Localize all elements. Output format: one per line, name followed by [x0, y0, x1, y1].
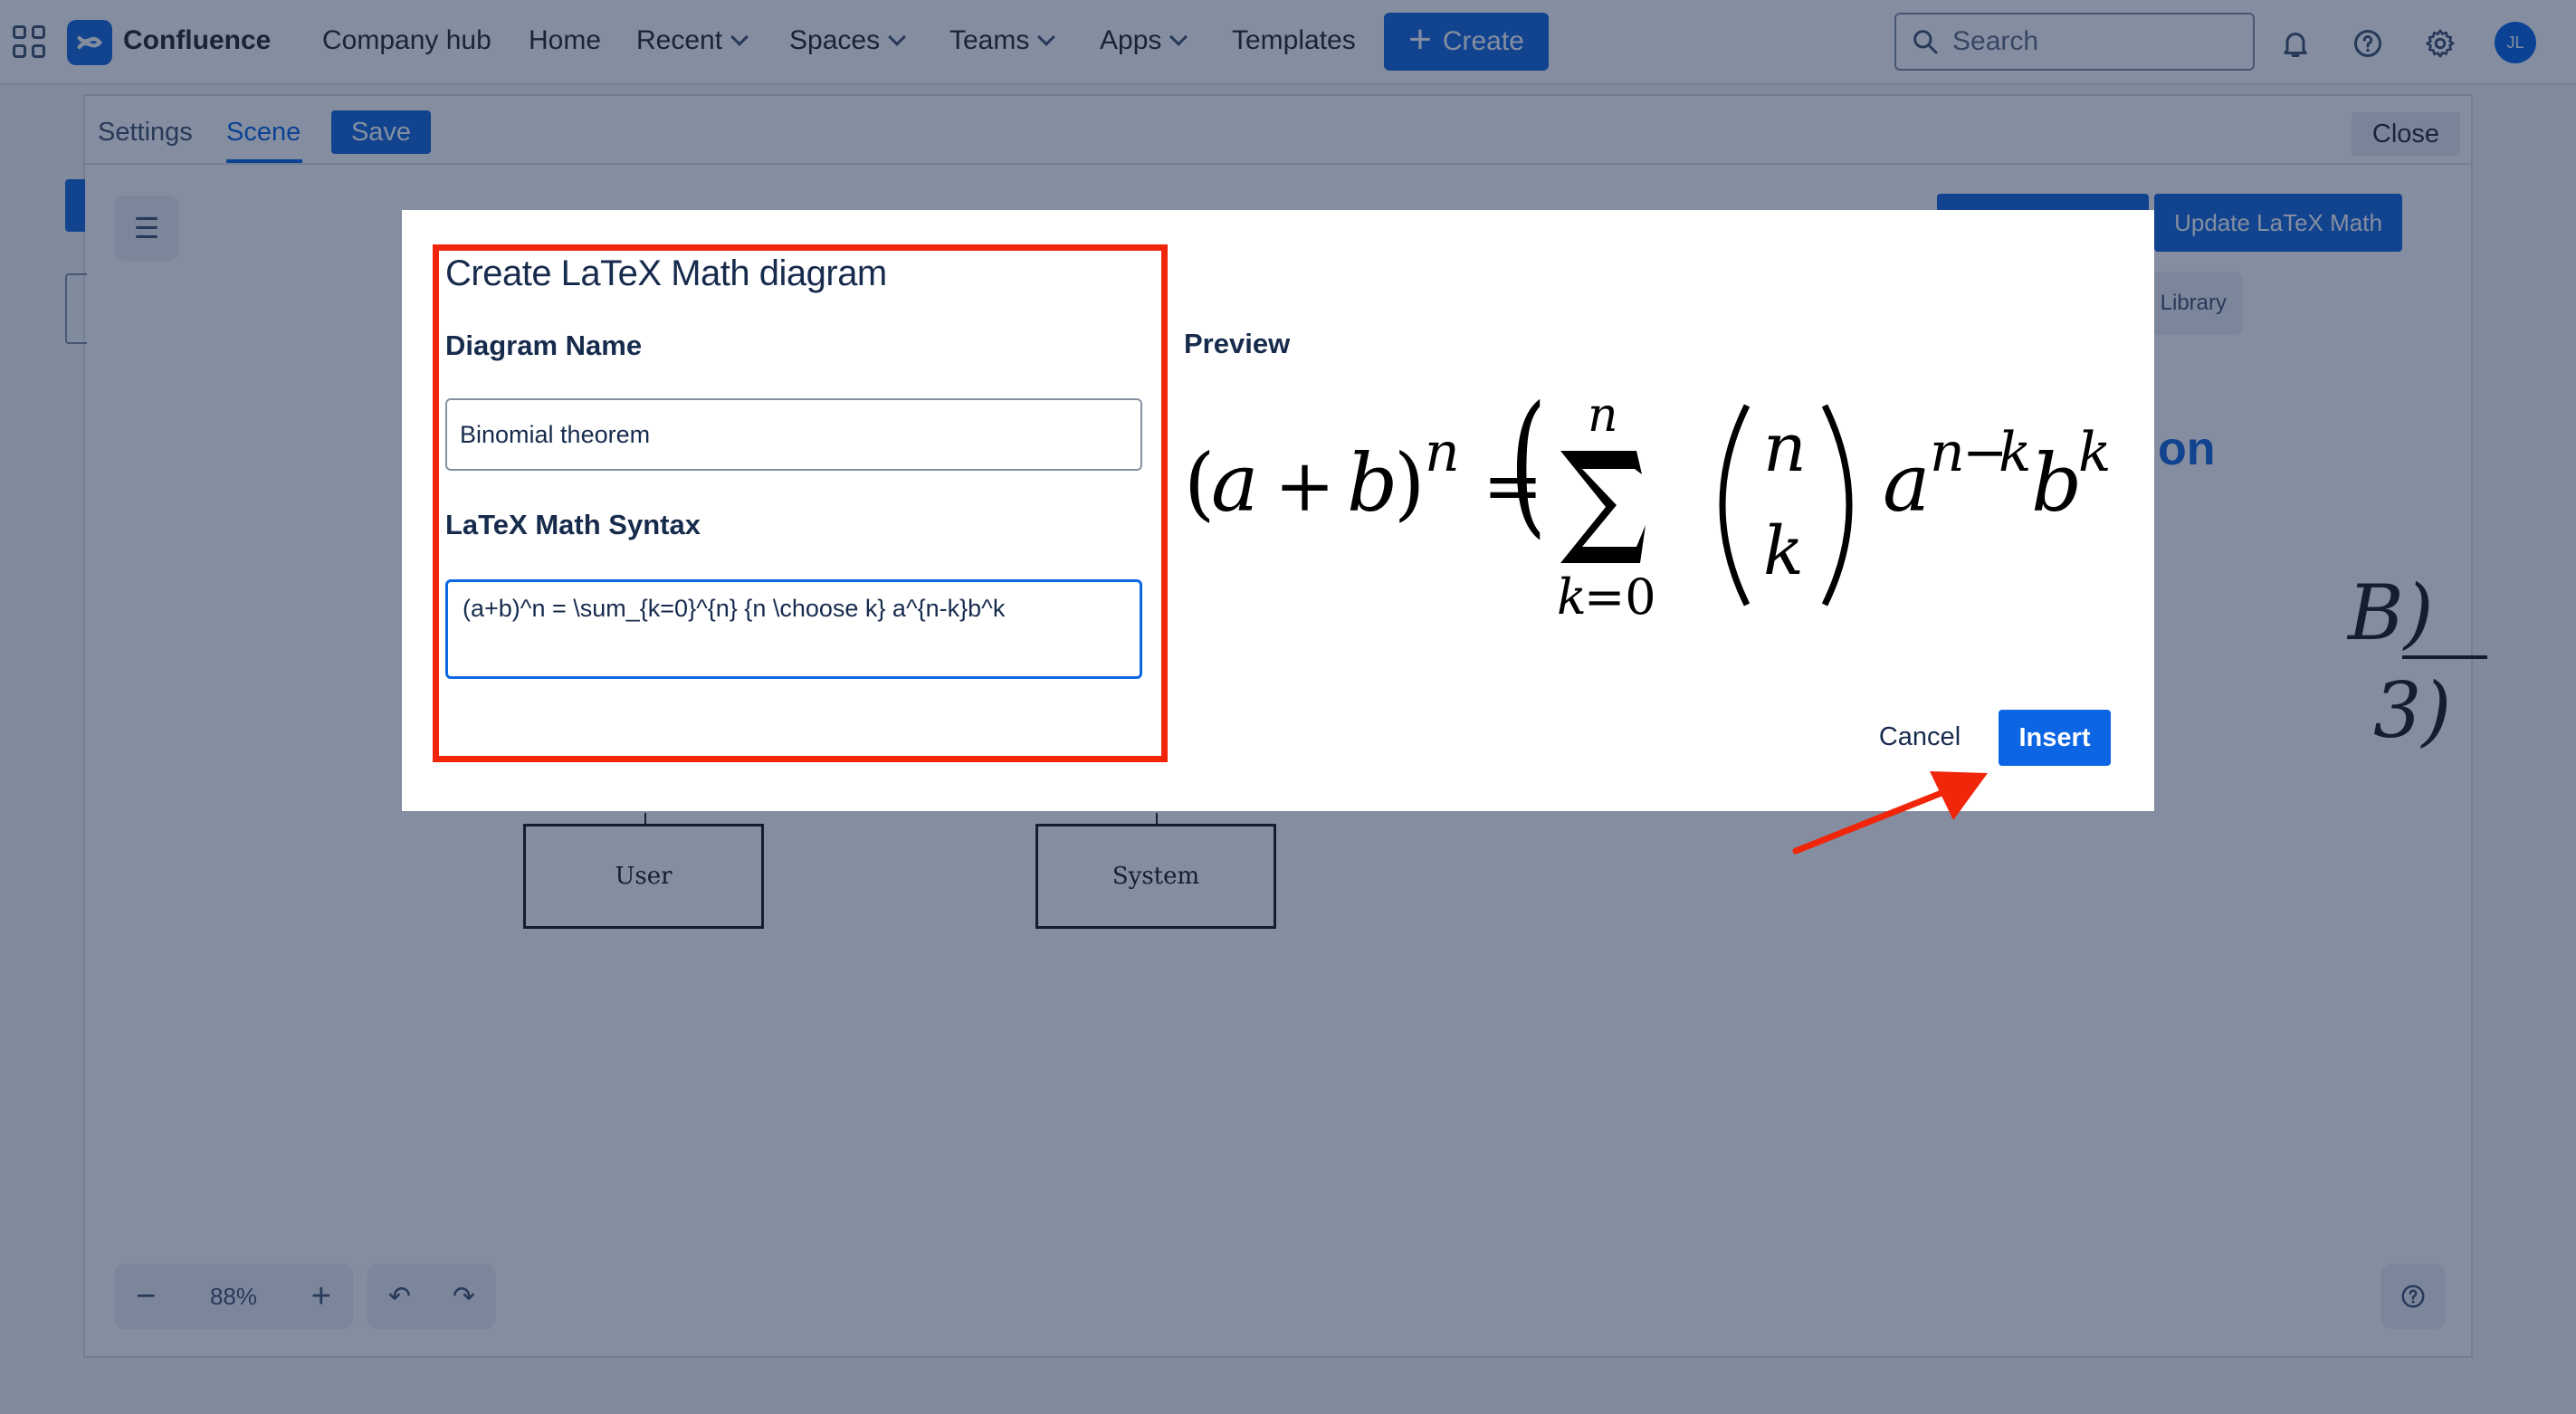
svg-text:b: b [1347, 436, 1398, 530]
svg-text:=0: =0 [1584, 568, 1656, 623]
insert-button[interactable]: Insert [1999, 710, 2111, 766]
svg-text:(: ( [1510, 387, 1547, 553]
dialog-title: Create LaTeX Math diagram [445, 253, 887, 293]
svg-text:k: k [1999, 421, 2031, 484]
svg-text:a: a [1883, 436, 1930, 530]
diagram-name-input[interactable] [445, 398, 1142, 471]
svg-text:n: n [1930, 421, 1965, 484]
create-latex-dialog: Create LaTeX Math diagram Diagram Name L… [402, 210, 2154, 811]
annotation-highlight-box [433, 244, 1168, 762]
svg-text:k: k [2078, 421, 2111, 484]
annotation-arrow [1792, 771, 1988, 855]
preview-label: Preview [1184, 328, 1291, 359]
latex-syntax-label: LaTeX Math Syntax [445, 509, 701, 540]
svg-text:n: n [1763, 409, 1807, 487]
latex-preview-render: ( a + b ) n = n k =0 ( n k a n − k b k [1184, 387, 2111, 623]
svg-text:+: + [1274, 444, 1335, 528]
svg-text:b: b [2031, 436, 2082, 530]
diagram-name-label: Diagram Name [445, 330, 643, 361]
svg-text:): ) [1394, 436, 1425, 530]
svg-text:n: n [1425, 421, 1460, 484]
svg-text:a: a [1211, 436, 1258, 530]
svg-text:k: k [1557, 568, 1587, 623]
svg-text:k: k [1763, 512, 1804, 590]
svg-text:n: n [1588, 388, 1618, 443]
latex-syntax-input[interactable]: (a+b)^n = \sum_{k=0}^{n} {n \choose k} a… [445, 579, 1142, 679]
